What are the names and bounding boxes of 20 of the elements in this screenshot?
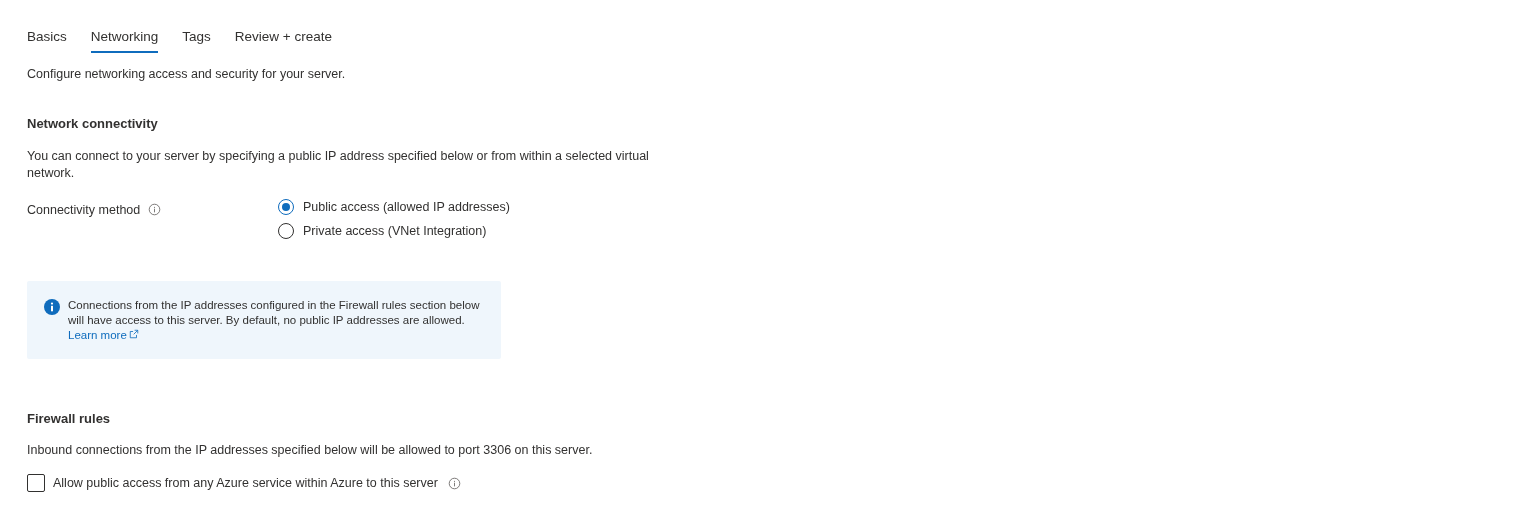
- info-text: Connections from the IP addresses configured in the Firewall rules section below will have access to this server. By default, no public IP addresses are allowed. Learn more: [68, 298, 481, 343]
- tab[interactable]: Tags: [182, 26, 211, 53]
- checkbox-label[interactable]: Allow public access from any Azure service within Azure to this server: [53, 476, 438, 490]
- external-link-icon: [128, 329, 139, 339]
- field-label: Connectivity method: [27, 203, 141, 217]
- checkbox[interactable]: [27, 474, 45, 492]
- info-icon: [148, 203, 162, 216]
- learn-more-link[interactable]: Learn more: [68, 329, 139, 341]
- info-icon: [44, 299, 60, 315]
- radio-label[interactable]: Private access (VNet Integration): [303, 224, 487, 238]
- section-description: You can connect to your server by specifying a public IP address specified below or from within a selected virtual network.: [27, 148, 650, 182]
- section-heading: Firewall rules: [27, 411, 112, 426]
- section-heading: Network connectivity: [27, 116, 159, 131]
- section-description: Inbound connections from the IP addresses specified below will be allowed to port 3306 on this server.: [27, 443, 594, 457]
- radio-label[interactable]: Public access (allowed IP addresses): [303, 200, 510, 214]
- tab[interactable]: Basics: [27, 26, 67, 53]
- intro-text: Configure networking access and security for your server.: [27, 67, 347, 81]
- tab[interactable]: Networking: [90, 26, 159, 53]
- tab[interactable]: Review + create: [234, 26, 332, 53]
- info-icon: [447, 476, 461, 490]
